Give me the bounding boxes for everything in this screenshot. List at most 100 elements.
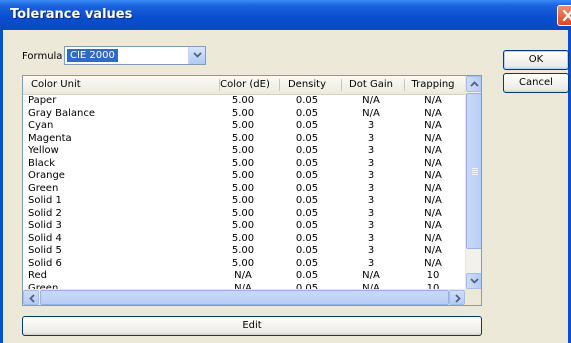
title-bar[interactable]: Tolerance values [0,0,571,30]
column-header-dot-gain[interactable]: Dot Gain [345,79,397,90]
scroll-down-button[interactable] [466,273,481,289]
table-row[interactable]: Paper 5.00 0.05 N/A N/A [23,94,465,107]
edit-button[interactable]: Edit [22,316,482,336]
cell-color-unit: Yellow [28,145,59,156]
table-row[interactable]: Yellow 5.00 0.05 3 N/A [23,144,465,157]
cell-trapping: N/A [424,132,442,144]
table-row[interactable]: Green 5.00 0.05 3 N/A [23,182,465,195]
close-button[interactable] [557,5,571,26]
table-row[interactable]: Solid 2 5.00 0.05 3 N/A [23,207,465,220]
scrollbar-corner [465,289,481,305]
column-header-color-de[interactable]: Color (dE) [219,79,271,90]
horizontal-scroll-thumb[interactable] [40,290,449,305]
close-icon [562,9,571,22]
cell-dot-gain: N/A [362,270,380,281]
formula-select[interactable]: CIE 2000 [64,46,206,65]
table-row[interactable]: Cyan 5.00 0.05 3 N/A [23,119,465,132]
cell-trapping: N/A [424,157,442,169]
cell-color-unit: Solid 1 [28,195,62,206]
cell-color-de: 5.00 [231,170,255,181]
table-row[interactable]: Black 5.00 0.05 3 N/A [23,157,465,170]
cell-dot-gain: 3 [367,145,375,156]
cell-color-de: N/A [234,282,252,290]
chevron-down-icon [193,52,202,58]
thumb-grip [472,170,478,171]
cell-color-unit: Solid 6 [28,257,62,269]
cell-trapping: N/A [424,120,442,131]
cell-color-de: 5.00 [231,182,255,194]
cell-dot-gain: 3 [367,120,375,131]
cell-color-de: 5.00 [231,157,255,169]
table-row[interactable]: Orange 5.00 0.05 3 N/A [23,169,465,182]
column-header-trapping[interactable]: Trapping [407,79,459,90]
formula-selected-value: CIE 2000 [67,49,118,62]
tolerance-values-dialog: Tolerance values Formula CIE 2000 Color … [0,0,571,343]
ok-button[interactable]: OK [503,50,569,70]
cell-dot-gain: 3 [367,157,375,169]
cell-color-unit: Solid 4 [28,232,62,244]
table-row[interactable]: Magenta 5.00 0.05 3 N/A [23,132,465,145]
cell-color-de: N/A [234,270,252,281]
column-divider[interactable] [279,79,280,91]
cell-trapping: N/A [424,220,442,231]
scroll-left-button[interactable] [23,290,39,305]
cell-trapping: N/A [424,232,442,244]
arrow-left-icon [29,294,35,303]
cell-color-de: 5.00 [231,145,255,156]
column-header-density[interactable]: Density [283,79,331,90]
cell-dot-gain: 3 [367,220,375,231]
cell-color-de: 5.00 [231,132,255,144]
cell-trapping: N/A [424,107,442,119]
cell-color-de: 5.00 [231,220,255,231]
table-row[interactable]: Solid 5 5.00 0.05 3 N/A [23,244,465,257]
table-row[interactable]: Red N/A 0.05 N/A 10 [23,269,465,282]
cancel-button[interactable]: Cancel [503,73,569,93]
cell-trapping: 10 [426,282,440,290]
cell-density: 0.05 [295,232,319,244]
cell-dot-gain: N/A [362,95,380,106]
cell-color-de: 5.00 [231,195,255,206]
formula-label: Formula [22,51,63,62]
column-divider[interactable] [341,79,342,91]
cell-density: 0.05 [295,245,319,256]
column-divider[interactable] [404,79,405,91]
scroll-up-button[interactable] [466,76,481,92]
horizontal-scrollbar[interactable] [23,289,465,305]
cell-trapping: N/A [424,182,442,194]
cell-color-unit: Solid 2 [28,207,62,219]
cell-color-unit: Orange [28,170,65,181]
cell-color-unit: Red [28,270,47,281]
cell-dot-gain: 3 [367,207,375,219]
window-title: Tolerance values [10,7,133,22]
cell-dot-gain: 3 [367,257,375,269]
formula-dropdown-button[interactable] [188,47,205,64]
cell-color-de: 5.00 [231,207,255,219]
arrow-right-icon [455,294,461,303]
cell-density: 0.05 [295,195,319,206]
tolerance-table: Color Unit Color (dE) Density Dot Gain T… [22,75,482,306]
cell-density: 0.05 [295,170,319,181]
cell-trapping: N/A [424,170,442,181]
cell-trapping: N/A [424,95,442,106]
cell-density: 0.05 [295,107,319,119]
cell-color-unit: Green [28,282,59,290]
cell-dot-gain: N/A [362,282,380,290]
cell-density: 0.05 [295,207,319,219]
cell-color-unit: Cyan [28,120,54,131]
column-header-color-unit[interactable]: Color Unit [31,79,81,90]
vertical-scrollbar[interactable] [465,76,481,289]
arrow-down-icon [470,278,479,284]
cell-color-de: 5.00 [231,245,255,256]
cell-density: 0.05 [295,282,319,290]
table-row[interactable]: Solid 4 5.00 0.05 3 N/A [23,232,465,245]
table-row[interactable]: Solid 1 5.00 0.05 3 N/A [23,194,465,207]
table-row[interactable]: Solid 6 5.00 0.05 3 N/A [23,257,465,270]
cell-color-de: 5.00 [231,257,255,269]
table-row[interactable]: Green N/A 0.05 N/A 10 [23,282,465,290]
cell-trapping: 10 [426,270,440,281]
table-row[interactable]: Solid 3 5.00 0.05 3 N/A [23,219,465,232]
scroll-right-button[interactable] [449,290,465,305]
vertical-scroll-thumb[interactable] [466,93,481,249]
cell-dot-gain: 3 [367,182,375,194]
table-row[interactable]: Gray Balance 5.00 0.05 N/A N/A [23,107,465,120]
